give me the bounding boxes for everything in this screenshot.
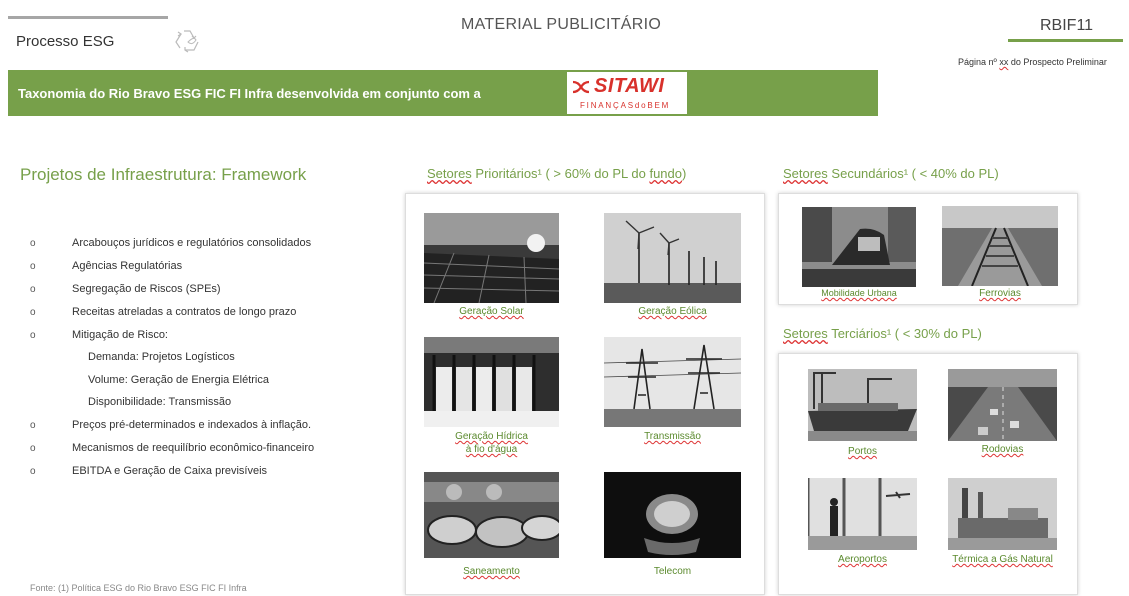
sector-caption: Portos (848, 446, 877, 457)
sitawi-wordmark: SITAWI (594, 75, 665, 97)
page-note: Página nº xx do Prospecto Preliminar (958, 57, 1107, 67)
sector-caption: Térmica a Gás Natural (952, 554, 1053, 565)
process-label: Processo ESG (16, 33, 115, 50)
telecom-image (604, 472, 741, 558)
gas-thermal-image (948, 478, 1057, 550)
terciarios-title: Setores Terciários¹ ( < 30% do PL) (783, 326, 982, 341)
bullet-icon: o (30, 420, 36, 431)
header-accent-line (8, 16, 168, 19)
sector-caption: Geração Eólica (638, 306, 707, 317)
solar-image (424, 213, 559, 303)
fund-code-underline (1008, 39, 1123, 42)
prioritarios-title: Setores Prioritários¹ ( > 60% do PL do f… (427, 166, 686, 181)
railway-image (942, 206, 1058, 286)
page-note-prefix: Página nº (958, 57, 1000, 67)
secundarios-title-a: Setores (783, 166, 828, 181)
prioritarios-title-c: fundo (649, 166, 682, 181)
bullet-icon: o (30, 307, 36, 318)
framework-item: Segregação de Riscos (SPEs) (72, 283, 221, 295)
bullet-icon: o (30, 443, 36, 454)
framework-item: Mecanismos de reequilíbrio econômico-fin… (72, 442, 315, 454)
sector-caption: Ferrovias (979, 288, 1021, 299)
bullet-icon: o (30, 466, 36, 477)
framework-item: Arcabouços jurídicos e regulatórios cons… (72, 237, 312, 249)
prioritarios-title-d: ) (682, 166, 687, 181)
hydro-image (424, 337, 559, 427)
framework-title: Projetos de Infraestrutura: Framework (20, 165, 307, 184)
page-number-placeholder: xx (999, 57, 1009, 67)
sector-caption-line2: à fio d'água (465, 444, 518, 455)
bullet-icon: o (30, 238, 36, 249)
urban-mobility-image (802, 207, 916, 287)
bullet-icon: o (30, 284, 36, 295)
sector-caption: Transmissão (644, 431, 701, 442)
sector-caption: Mobilidade Urbana (821, 288, 897, 298)
fund-code: RBIF11 (1040, 17, 1094, 34)
prioritarios-title-a: Setores (427, 166, 472, 181)
sector-caption: Geração Hídrica (455, 431, 528, 442)
infinity-logo-icon (570, 76, 592, 98)
sector-caption: Geração Solar (459, 306, 524, 317)
sector-caption: Saneamento (463, 566, 520, 577)
framework-item: Receitas atreladas a contratos de longo … (72, 306, 297, 318)
bullet-icon: o (30, 261, 36, 272)
banner-text: Taxonomia do Rio Bravo ESG FIC FI Infra … (18, 86, 481, 101)
terciarios-title-b: Terciários¹ ( < 30% do PL) (827, 326, 982, 341)
secundarios-title: Setores Secundários¹ ( < 40% do PL) (783, 166, 999, 181)
ports-image (808, 369, 917, 441)
airports-image (808, 478, 917, 550)
framework-subitem: Disponibilidade: Transmissão (88, 396, 232, 408)
sanitation-image (424, 472, 559, 558)
transmission-image (604, 337, 741, 427)
highways-image (948, 369, 1057, 441)
terciarios-title-a: Setores (783, 326, 828, 341)
recycle-icon (172, 28, 202, 54)
bullet-icon: o (30, 330, 36, 341)
framework-item: EBITDA e Geração de Caixa previsíveis (72, 465, 268, 477)
secundarios-title-b: Secundários¹ ( < 40% do PL) (827, 166, 999, 181)
sitawi-tagline: FINANÇASdoBEM (580, 101, 671, 110)
framework-subitem: Volume: Geração de Energia Elétrica (88, 374, 269, 386)
page-title: MATERIAL PUBLICITÁRIO (461, 16, 662, 33)
sector-caption: Telecom (653, 566, 692, 577)
page-note-suffix: do Prospecto Preliminar (1008, 57, 1107, 67)
source-note: Fonte: (1) Política ESG do Rio Bravo ESG… (30, 583, 247, 593)
sector-caption: Aeroportos (838, 554, 887, 565)
sector-caption: Rodovias (981, 444, 1024, 455)
wind-image (604, 213, 741, 303)
framework-item: Mitigação de Risco: (72, 329, 168, 341)
framework-subitem: Demanda: Projetos Logísticos (88, 351, 235, 363)
framework-item: Agências Regulatórias (72, 260, 183, 272)
prioritarios-title-b: Prioritários¹ ( > 60% do PL do (471, 166, 650, 181)
framework-item: Preços pré-determinados e indexados à in… (72, 419, 312, 431)
